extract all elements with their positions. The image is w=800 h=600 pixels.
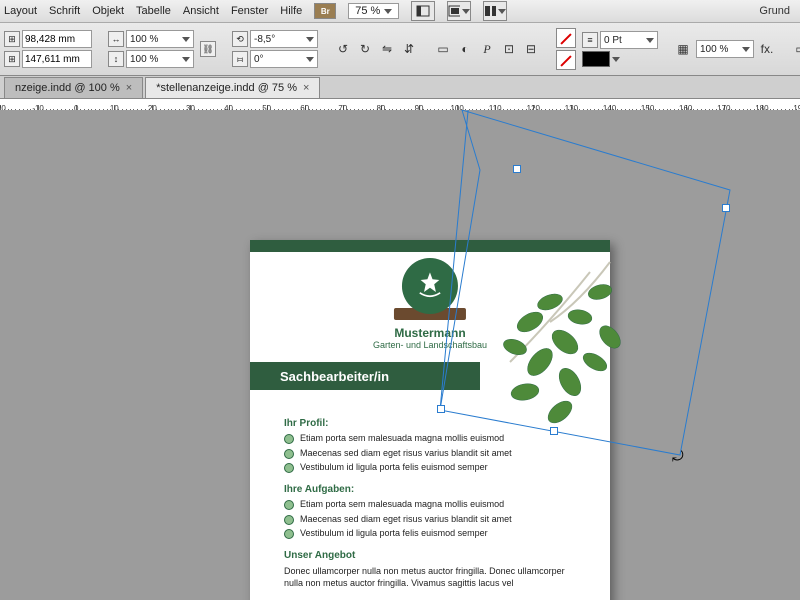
- menu-layout[interactable]: Layout: [4, 5, 37, 17]
- bullet-icon: [284, 434, 294, 444]
- workspace-label[interactable]: Grund: [759, 5, 796, 17]
- arrange-icon[interactable]: [483, 1, 507, 21]
- bullet-icon: [284, 500, 294, 510]
- canvas[interactable]: Mustermann Garten- und Landschaftsbau Sa…: [0, 110, 800, 600]
- list-item: Etiam porta sem malesuada magna mollis e…: [284, 433, 586, 445]
- ref-point-icon-2[interactable]: ⊞: [4, 51, 20, 67]
- bullet-icon: [284, 449, 294, 459]
- control-bar: ⊞ ⊞ ↔100 % ↕100 % ⛓ ⟲-8,5° ⧦0° ↺ ↻ ⇋ ⇵ ▭…: [0, 23, 800, 76]
- scale-x-field[interactable]: 100 %: [126, 30, 194, 48]
- zoom-level[interactable]: 75 %: [348, 3, 399, 19]
- menu-hilfe[interactable]: Hilfe: [280, 5, 302, 17]
- stroke-weight-icon: ≡: [582, 32, 598, 48]
- flip-v-icon[interactable]: ⇵: [400, 40, 418, 58]
- stroke-weight-field[interactable]: 0 Pt: [600, 31, 658, 49]
- opacity-field[interactable]: 100 %: [696, 40, 754, 58]
- profile-list: Etiam porta sem malesuada magna mollis e…: [284, 433, 586, 474]
- close-icon[interactable]: ×: [303, 82, 309, 94]
- bullet-icon: [284, 463, 294, 473]
- section-heading: Ihr Profil:: [284, 418, 586, 429]
- menu-ansicht[interactable]: Ansicht: [183, 5, 219, 17]
- x-field[interactable]: [22, 30, 92, 48]
- list-item: Vestibulum id ligula porta felis euismod…: [284, 528, 586, 540]
- fit-frame-icon[interactable]: ⊟: [522, 40, 540, 58]
- shear-icon: ⧦: [232, 51, 248, 67]
- company-subtitle: Garten- und Landschaftsbau: [373, 340, 487, 350]
- menu-bar: Layout Schrift Objekt Tabelle Ansicht Fe…: [0, 0, 800, 23]
- page-body: Ihr Profil: Etiam porta sem malesuada ma…: [284, 408, 586, 593]
- bridge-icon[interactable]: Br: [314, 3, 336, 19]
- width-icon: ↔: [108, 31, 124, 47]
- view-mode-icon[interactable]: [411, 1, 435, 21]
- company-logo: Mustermann Garten- und Landschaftsbau: [373, 258, 487, 350]
- menu-objekt[interactable]: Objekt: [92, 5, 124, 17]
- bullet-icon: [284, 515, 294, 525]
- select-container-icon[interactable]: ▭: [434, 40, 452, 58]
- document-page[interactable]: Mustermann Garten- und Landschaftsbau Sa…: [250, 240, 610, 600]
- section-heading: Unser Angebot: [284, 550, 586, 561]
- logo-badge-icon: [402, 258, 458, 314]
- rotate-cursor-icon: ⤾: [672, 448, 684, 465]
- menu-schrift[interactable]: Schrift: [49, 5, 80, 17]
- text-wrap-none-icon[interactable]: ▭: [792, 40, 800, 58]
- document-tabs: nzeige.indd @ 100 %× *stellenanzeige.ind…: [0, 76, 800, 99]
- stroke-none-icon[interactable]: [556, 50, 576, 70]
- rotate-cw-icon[interactable]: ↻: [356, 40, 374, 58]
- tab-inactive[interactable]: nzeige.indd @ 100 %×: [4, 77, 143, 98]
- menu-fenster[interactable]: Fenster: [231, 5, 268, 17]
- screen-mode-icon[interactable]: [447, 1, 471, 21]
- tasks-list: Etiam porta sem malesuada magna mollis e…: [284, 499, 586, 540]
- offer-text: Donec ullamcorper nulla non metus auctor…: [284, 565, 586, 589]
- list-item: Etiam porta sem malesuada magna mollis e…: [284, 499, 586, 511]
- shear-field[interactable]: 0°: [250, 50, 318, 68]
- company-name: Mustermann: [373, 326, 487, 340]
- fit-content-icon[interactable]: ⊡: [500, 40, 518, 58]
- section-heading: Ihre Aufgaben:: [284, 484, 586, 495]
- list-item: Maecenas sed diam eget risus varius blan…: [284, 448, 586, 460]
- rotate-ccw-icon[interactable]: ↺: [334, 40, 352, 58]
- job-title-bar: Sachbearbeiter/in: [250, 362, 480, 390]
- selection-handle[interactable]: [513, 165, 521, 173]
- list-item: Vestibulum id ligula porta felis euismod…: [284, 462, 586, 474]
- list-item: Maecenas sed diam eget risus varius blan…: [284, 514, 586, 526]
- scale-y-field[interactable]: 100 %: [126, 50, 194, 68]
- select-content-icon[interactable]: ◐: [456, 40, 474, 58]
- effects-icon[interactable]: ▦: [674, 40, 692, 58]
- bullet-icon: [284, 529, 294, 539]
- fx-icon[interactable]: fx.: [758, 40, 776, 58]
- fill-none-icon[interactable]: [556, 28, 576, 48]
- rotate-field[interactable]: -8,5°: [250, 30, 318, 48]
- menu-tabelle[interactable]: Tabelle: [136, 5, 171, 17]
- page-top-band: [250, 240, 610, 252]
- rotate-icon: ⟲: [232, 31, 248, 47]
- y-field[interactable]: [22, 50, 92, 68]
- link-icon[interactable]: ⛓: [200, 41, 216, 57]
- ref-point-icon[interactable]: ⊞: [4, 31, 20, 47]
- stroke-style-swatch[interactable]: [582, 51, 610, 67]
- selection-handle[interactable]: [722, 204, 730, 212]
- flip-h-icon[interactable]: ⇋: [378, 40, 396, 58]
- close-icon[interactable]: ×: [126, 82, 132, 94]
- tab-active[interactable]: *stellenanzeige.indd @ 75 %×: [145, 77, 320, 98]
- paragraph-icon[interactable]: P: [478, 40, 496, 58]
- height-icon: ↕: [108, 51, 124, 67]
